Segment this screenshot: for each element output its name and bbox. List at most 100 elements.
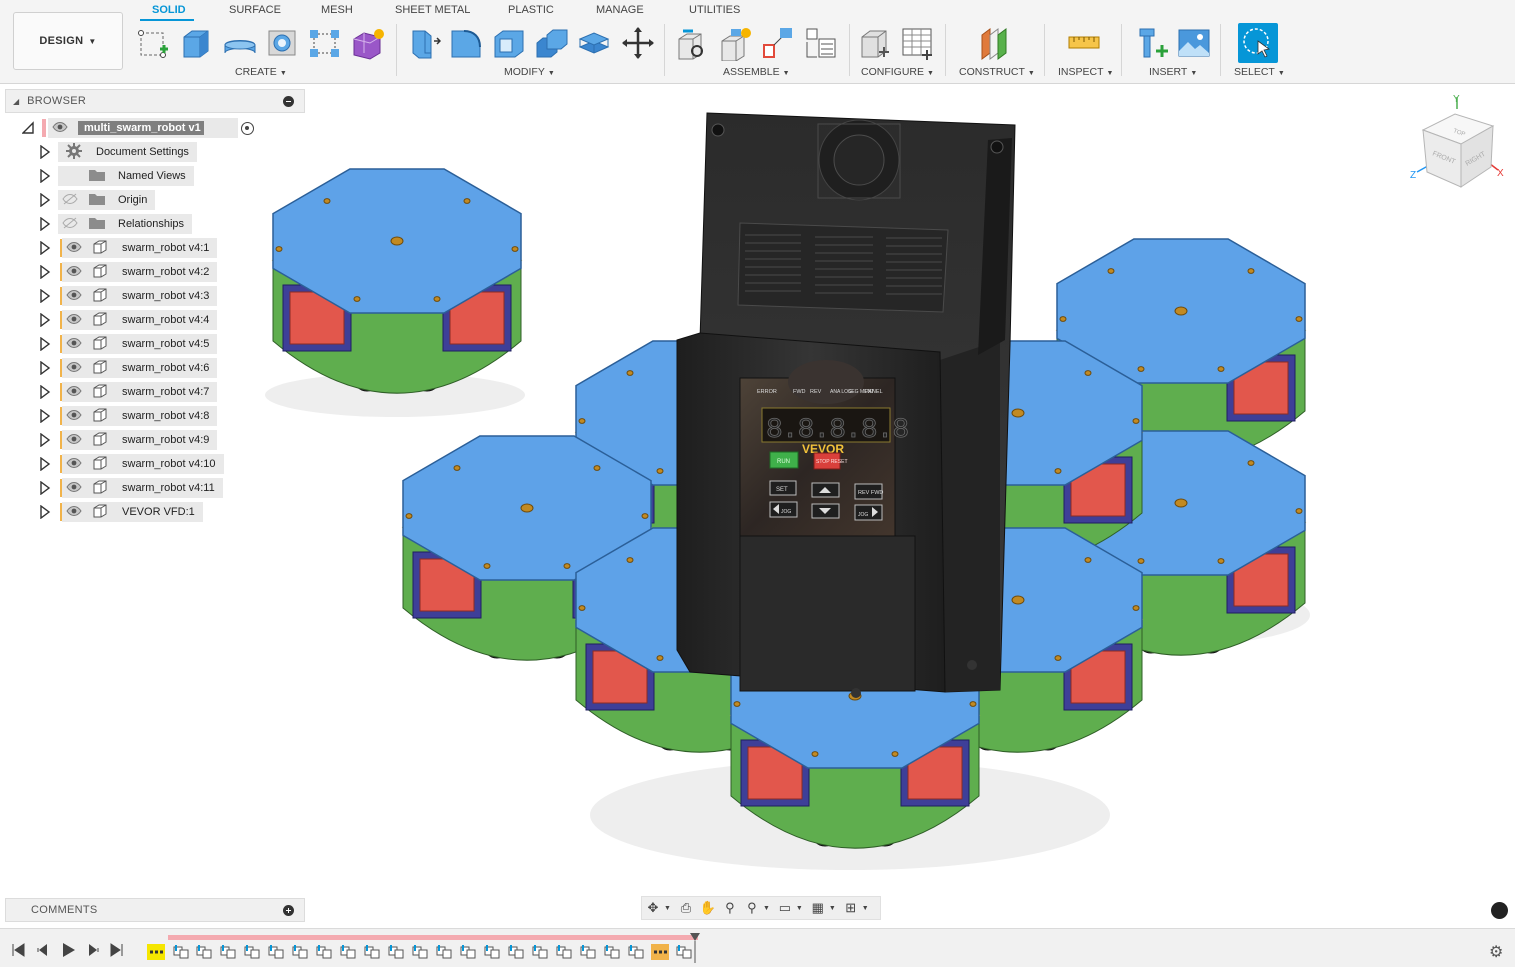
insert-menu[interactable]: INSERT ▼	[1149, 66, 1197, 78]
add-comment-icon[interactable]	[283, 905, 294, 916]
timeline-joint-icon[interactable]	[315, 944, 333, 960]
visibility-eye-icon[interactable]	[66, 337, 82, 352]
timeline-joint-icon[interactable]	[483, 944, 501, 960]
collapse-caret-icon[interactable]: ◢	[13, 97, 19, 106]
browser-item-label[interactable]: Origin	[118, 194, 147, 206]
assemble-menu[interactable]: ASSEMBLE ▼	[723, 66, 790, 78]
visibility-eye-icon[interactable]	[66, 289, 82, 304]
browser-item-label[interactable]: swarm_robot v4:1	[122, 242, 209, 254]
go-to-start-icon[interactable]	[10, 942, 26, 958]
viewcube[interactable]: Y Z X TOP FRONT RIGHT	[1405, 92, 1510, 197]
tab-manage[interactable]: MANAGE	[596, 4, 644, 16]
grid-dropdown[interactable]: ▼	[829, 905, 836, 912]
timeline-joint-icon[interactable]	[243, 944, 261, 960]
extrude-icon[interactable]	[178, 25, 214, 61]
browser-item-label[interactable]: VEVOR VFD:1	[122, 506, 195, 518]
expand-triangle-icon[interactable]	[39, 312, 51, 328]
expand-triangle-icon[interactable]	[39, 384, 51, 400]
expand-triangle-icon[interactable]	[39, 168, 51, 184]
tab-mesh[interactable]: MESH	[321, 4, 353, 16]
visibility-off-icon[interactable]	[62, 193, 78, 208]
create-menu[interactable]: CREATE ▼	[235, 66, 287, 78]
timeline-joint-icon[interactable]	[267, 944, 285, 960]
zoom-icon[interactable]: ⚲	[719, 898, 741, 918]
tab-surface[interactable]: SURFACE	[229, 4, 281, 16]
design-canvas[interactable]: ERROR FWD REV ANA LOG SEG MENT PANEL 8.8…	[230, 90, 1330, 880]
grid-icon[interactable]: ▦	[807, 898, 829, 918]
visibility-eye-icon[interactable]	[66, 457, 82, 472]
browser-item-label[interactable]: Document Settings	[96, 146, 189, 158]
timeline-track[interactable]	[168, 935, 698, 940]
configuration-table-icon[interactable]	[900, 25, 936, 61]
timeline-joint-icon[interactable]	[603, 944, 621, 960]
insert-canvas-icon[interactable]	[1176, 25, 1212, 61]
pan-hand-icon[interactable]: ✋	[697, 898, 719, 918]
orbit-icon[interactable]: ✥	[642, 898, 664, 918]
new-component-icon[interactable]	[675, 25, 711, 61]
play-icon[interactable]	[60, 942, 76, 958]
create-sketch-icon[interactable]	[136, 25, 172, 61]
select-menu[interactable]: SELECT ▼	[1234, 66, 1285, 78]
browser-item-label[interactable]: swarm_robot v4:3	[122, 290, 209, 302]
timeline-pattern-icon[interactable]	[147, 944, 165, 960]
vevor-vfd-model[interactable]	[676, 112, 1016, 698]
step-back-icon[interactable]	[35, 942, 51, 958]
inspect-menu[interactable]: INSPECT ▼	[1058, 66, 1113, 78]
workspace-switcher-button[interactable]: DESIGN ▼	[13, 12, 123, 70]
visibility-eye-icon[interactable]	[66, 241, 82, 256]
move-icon[interactable]	[620, 25, 656, 61]
timeline-marker-icon[interactable]	[690, 933, 700, 963]
browser-item-label[interactable]: swarm_robot v4:2	[122, 266, 209, 278]
expand-triangle-icon[interactable]	[39, 408, 51, 424]
browser-item-label[interactable]: swarm_robot v4:11	[122, 482, 215, 494]
step-forward-icon[interactable]	[85, 942, 101, 958]
expand-triangle-icon[interactable]	[39, 336, 51, 352]
tab-solid[interactable]: SOLID	[152, 4, 186, 16]
expand-triangle-icon[interactable]	[39, 432, 51, 448]
press-pull-icon[interactable]	[405, 25, 442, 61]
viewports-icon[interactable]: ⊞	[840, 898, 862, 918]
expand-triangle-icon[interactable]	[39, 480, 51, 496]
orbit-dropdown[interactable]: ▼	[664, 905, 671, 912]
fillet-icon[interactable]	[448, 25, 484, 61]
timeline-joint-icon[interactable]	[435, 944, 453, 960]
browser-item-label[interactable]: swarm_robot v4:5	[122, 338, 209, 350]
visibility-eye-icon[interactable]	[66, 313, 82, 328]
browser-item-label[interactable]: Relationships	[118, 218, 184, 230]
swarm-robot-model[interactable]	[271, 168, 523, 394]
construct-menu[interactable]: CONSTRUCT ▼	[959, 66, 1035, 78]
root-component-label[interactable]: multi_swarm_robot v1	[78, 121, 204, 135]
browser-item-label[interactable]: swarm_robot v4:10	[122, 458, 216, 470]
as-built-joint-icon[interactable]	[760, 25, 796, 61]
tab-plastic[interactable]: PLASTIC	[508, 4, 554, 16]
browser-item-label[interactable]: swarm_robot v4:8	[122, 410, 209, 422]
go-to-end-icon[interactable]	[109, 942, 125, 958]
tab-sheet-metal[interactable]: SHEET METAL	[395, 4, 470, 16]
expand-triangle-icon[interactable]	[39, 192, 51, 208]
collapse-triangle-icon[interactable]	[21, 121, 34, 135]
visibility-eye-icon[interactable]	[66, 361, 82, 376]
visibility-eye-icon[interactable]	[66, 265, 82, 280]
expand-triangle-icon[interactable]	[39, 504, 51, 520]
browser-item-label[interactable]: swarm_robot v4:4	[122, 314, 209, 326]
offset-plane-icon[interactable]	[976, 25, 1012, 61]
browser-item-label[interactable]: swarm_robot v4:9	[122, 434, 209, 446]
offset-face-icon[interactable]	[576, 25, 612, 61]
joint-icon[interactable]	[718, 25, 754, 62]
display-dropdown[interactable]: ▼	[796, 905, 803, 912]
timeline-joint-icon[interactable]	[555, 944, 573, 960]
account-badge-icon[interactable]	[1491, 902, 1508, 919]
timeline-joint-icon[interactable]	[459, 944, 477, 960]
timeline-settings-icon[interactable]: ⚙	[1489, 942, 1507, 961]
fit-icon[interactable]: ⚲	[741, 898, 763, 918]
visibility-eye-icon[interactable]	[52, 121, 68, 136]
timeline-joint-icon[interactable]	[219, 944, 237, 960]
timeline-joint-icon[interactable]	[363, 944, 381, 960]
select-icon[interactable]	[1238, 23, 1278, 63]
shell-icon[interactable]	[491, 25, 527, 61]
zoom-dropdown[interactable]: ▼	[763, 905, 770, 912]
timeline-joint-icon[interactable]	[195, 944, 213, 960]
create-form-icon[interactable]	[350, 25, 386, 61]
timeline-joint-icon[interactable]	[291, 944, 309, 960]
expand-triangle-icon[interactable]	[39, 216, 51, 232]
